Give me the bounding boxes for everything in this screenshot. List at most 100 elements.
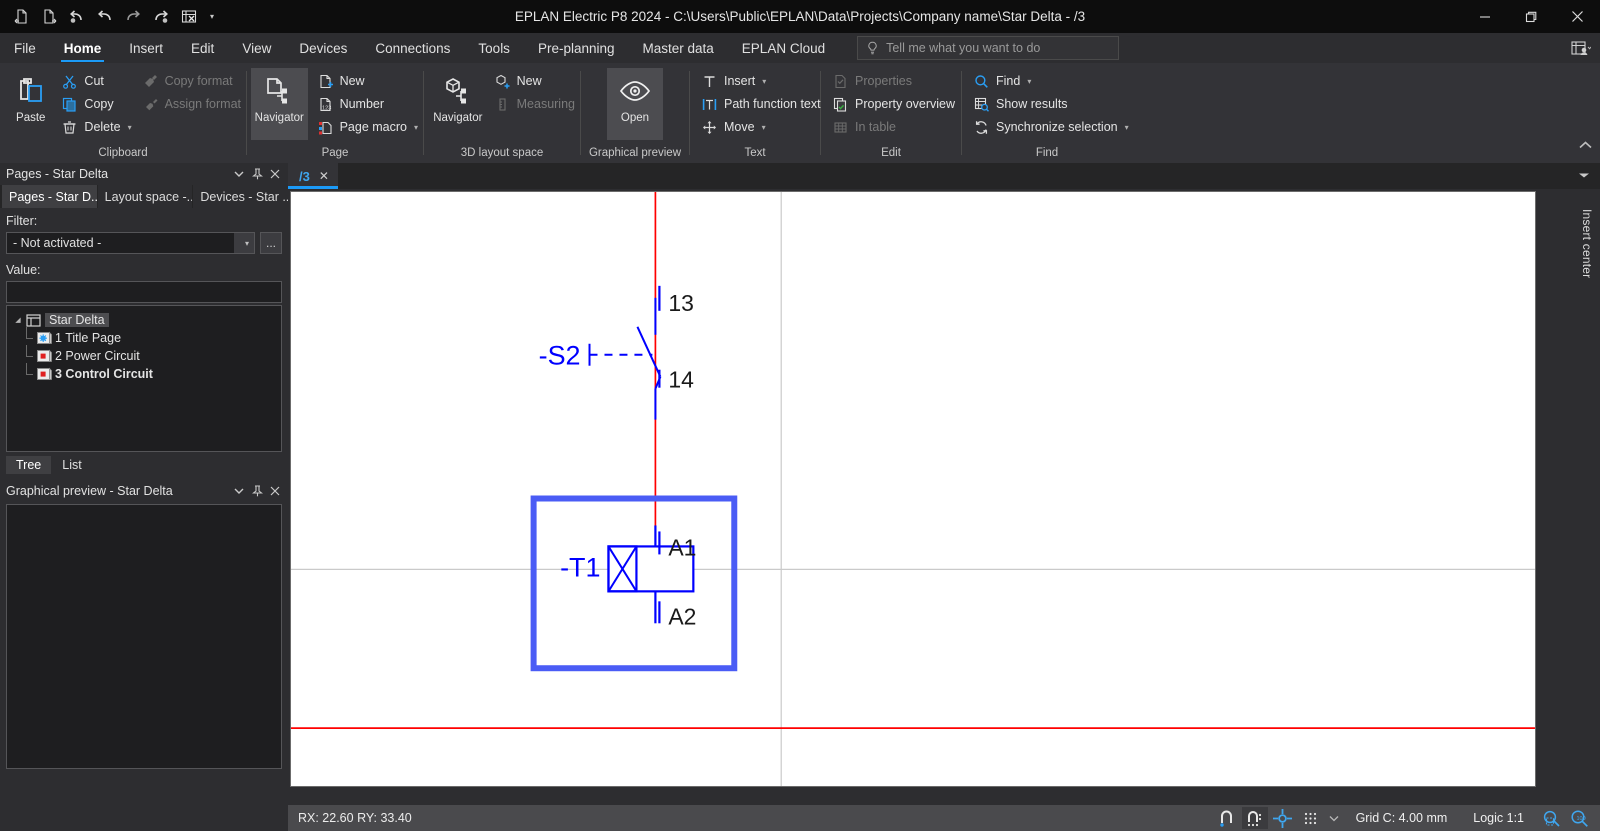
paste-button[interactable]: Paste xyxy=(6,68,56,140)
chevron-down-icon[interactable]: ▾ xyxy=(234,233,254,253)
user-account-icon[interactable] xyxy=(1568,37,1594,61)
ribbon-group-3d-layout-space: Navigator New Measuring 3D layout space xyxy=(424,63,580,163)
undo-dropdown-icon[interactable] xyxy=(64,5,90,29)
chevron-down-icon[interactable]: ▾ xyxy=(414,123,418,132)
chevron-down-icon[interactable]: ▾ xyxy=(1125,123,1129,132)
pin-icon[interactable] xyxy=(248,482,266,500)
graphical-preview-open-button[interactable]: Open xyxy=(607,68,663,140)
assign-format-button[interactable]: Assign format xyxy=(137,93,246,115)
status-logic[interactable]: Logic 1:1 xyxy=(1461,811,1536,825)
delete-button[interactable]: Delete ▾ xyxy=(56,116,136,138)
tab-master-data[interactable]: Master data xyxy=(629,33,728,63)
filter-combobox[interactable]: - Not activated - ▾ xyxy=(6,232,255,254)
snap-object-icon[interactable] xyxy=(1214,807,1240,829)
tab-insert[interactable]: Insert xyxy=(115,33,177,63)
document-tab-menu-icon[interactable] xyxy=(1578,171,1590,182)
panel-tab-layout-space[interactable]: Layout space -... xyxy=(97,185,193,208)
tab-devices[interactable]: Devices xyxy=(285,33,361,63)
device-s2[interactable]: -S2 13 14 xyxy=(539,285,695,420)
zoom-full-icon[interactable]: 100 xyxy=(1566,807,1592,829)
tab-view[interactable]: View xyxy=(228,33,285,63)
grid-display-icon[interactable] xyxy=(1298,807,1324,829)
close-icon[interactable] xyxy=(266,482,284,500)
redo-icon[interactable] xyxy=(120,5,146,29)
close-button[interactable] xyxy=(1554,0,1600,33)
tree-node-page-3[interactable]: 3 Control Circuit xyxy=(11,363,277,383)
tab-tools[interactable]: Tools xyxy=(464,33,524,63)
close-project-icon[interactable] xyxy=(176,5,202,29)
chevron-down-icon[interactable]: ▾ xyxy=(1027,77,1031,86)
window-title: EPLAN Electric P8 2024 - C:\Users\Public… xyxy=(514,9,1086,24)
panel-tab-devices[interactable]: Devices - Star ... xyxy=(193,185,289,208)
insert-center-tab[interactable]: Insert center xyxy=(1577,203,1597,284)
view-tab-list[interactable]: List xyxy=(52,456,92,474)
tree-node-page-1[interactable]: 1 Title Page xyxy=(11,327,277,347)
edit-column-1: Properties Property overview In table xyxy=(827,68,960,138)
measuring-button[interactable]: Measuring xyxy=(489,93,580,115)
minimize-button[interactable] xyxy=(1462,0,1508,33)
in-table-button[interactable]: In table xyxy=(827,116,960,138)
t1-device-tag: -T1 xyxy=(560,552,600,582)
device-t1[interactable]: -T1 A1 A2 xyxy=(530,495,738,672)
view-tab-tree[interactable]: Tree xyxy=(6,456,52,474)
chevron-down-icon[interactable] xyxy=(230,482,248,500)
pin-icon[interactable] xyxy=(248,165,266,183)
cut-button[interactable]: Cut xyxy=(56,70,136,92)
crosshair-icon[interactable] xyxy=(1270,807,1296,829)
tab-connections[interactable]: Connections xyxy=(361,33,464,63)
undo-icon[interactable] xyxy=(92,5,118,29)
find-button[interactable]: Find ▾ xyxy=(968,70,1134,92)
new-layout-button[interactable]: New xyxy=(489,70,580,92)
property-overview-button[interactable]: Property overview xyxy=(827,93,960,115)
copy-format-button[interactable]: Copy format xyxy=(137,70,246,92)
path-function-text-button[interactable]: Path function text xyxy=(696,93,826,115)
status-bar-left-filler xyxy=(0,805,288,831)
panel-tab-pages[interactable]: Pages - Star D... xyxy=(2,185,97,208)
quick-access-customize-icon[interactable]: ▾ xyxy=(204,5,220,29)
tab-eplan-cloud[interactable]: EPLAN Cloud xyxy=(728,33,839,63)
grid-dropdown-icon[interactable] xyxy=(1326,807,1342,829)
expand-arrow-icon[interactable]: ◢ xyxy=(11,316,25,324)
layout-space-navigator-button[interactable]: Navigator xyxy=(428,68,488,140)
zoom-window-icon[interactable] xyxy=(1538,807,1564,829)
show-results-button[interactable]: Show results xyxy=(968,93,1134,115)
page-macro-button[interactable]: Page macro ▾ xyxy=(312,116,423,138)
tell-me-search-box[interactable]: Tell me what you want to do xyxy=(857,36,1120,60)
schematic-page-icon xyxy=(35,367,52,382)
close-icon[interactable]: ✕ xyxy=(319,169,329,183)
graphical-preview-canvas[interactable] xyxy=(6,504,282,769)
chevron-down-icon[interactable]: ▾ xyxy=(762,123,766,132)
maximize-button[interactable] xyxy=(1508,0,1554,33)
properties-button[interactable]: Properties xyxy=(827,70,960,92)
status-grid[interactable]: Grid C: 4.00 mm xyxy=(1344,811,1460,825)
schematic-drawing[interactable]: -S2 13 14 -T1 A1 A2 xyxy=(291,192,1535,787)
tab-file[interactable]: File xyxy=(0,33,50,63)
copy-button[interactable]: Copy xyxy=(56,93,136,115)
number-pages-button[interactable]: 123 Number xyxy=(312,93,423,115)
tree-node-page-2[interactable]: 2 Power Circuit xyxy=(11,345,277,365)
document-tab-page-3[interactable]: /3 ✕ xyxy=(288,163,338,189)
redo-dropdown-icon[interactable] xyxy=(148,5,174,29)
chevron-down-icon[interactable] xyxy=(230,165,248,183)
open-page-previous-icon[interactable] xyxy=(8,5,34,29)
project-icon xyxy=(25,313,42,328)
new-page-button[interactable]: New xyxy=(312,70,423,92)
close-icon[interactable] xyxy=(266,165,284,183)
open-page-next-icon[interactable] xyxy=(36,5,62,29)
snap-grid-icon[interactable] xyxy=(1241,807,1268,829)
chevron-down-icon[interactable]: ▾ xyxy=(762,77,766,86)
value-input[interactable] xyxy=(6,281,282,303)
move-button[interactable]: Move ▾ xyxy=(696,116,826,138)
tab-edit[interactable]: Edit xyxy=(177,33,228,63)
synchronize-selection-button[interactable]: Synchronize selection ▾ xyxy=(968,116,1134,138)
collapse-ribbon-icon[interactable] xyxy=(1579,141,1592,152)
filter-more-button[interactable]: ... xyxy=(260,232,282,254)
page-navigator-button[interactable]: Navigator xyxy=(251,68,308,140)
schematic-canvas[interactable]: -S2 13 14 -T1 A1 A2 xyxy=(290,191,1536,787)
chevron-down-icon[interactable]: ▾ xyxy=(128,123,132,132)
tab-home[interactable]: Home xyxy=(50,33,116,63)
pages-tree[interactable]: ◢ Star Delta 1 Title Page 2 Power Circui… xyxy=(6,305,282,452)
text-insert-button[interactable]: Insert ▾ xyxy=(696,70,826,92)
tab-pre-planning[interactable]: Pre-planning xyxy=(524,33,629,63)
tree-node-project[interactable]: ◢ Star Delta xyxy=(11,311,277,329)
